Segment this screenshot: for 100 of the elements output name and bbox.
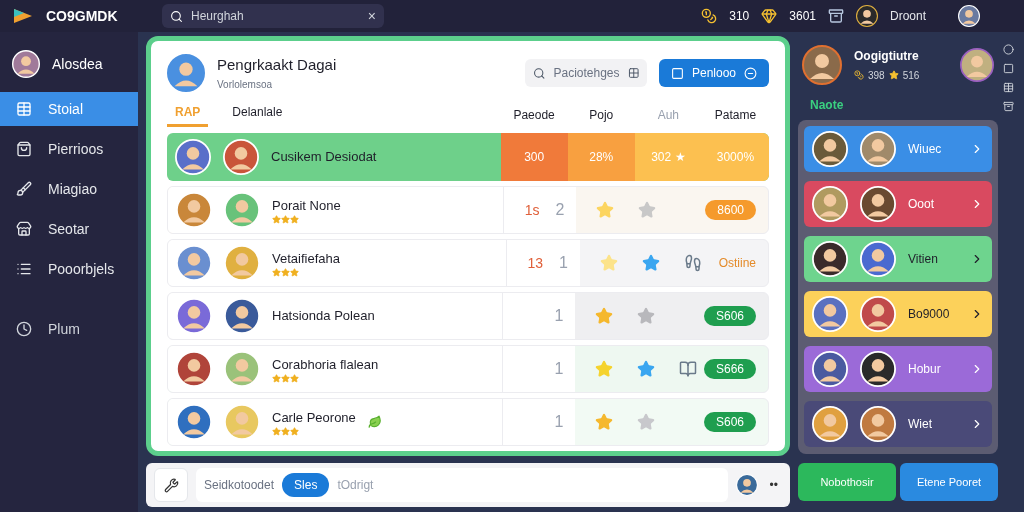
coin-count: 310	[729, 8, 750, 24]
list-item[interactable]: Bo9000	[804, 291, 992, 337]
star-icon	[888, 70, 899, 80]
player-name: Hatsionda Polean	[272, 307, 375, 326]
brush-icon	[16, 181, 32, 197]
avatar-icon	[176, 404, 212, 440]
table-cell: 302 ★	[634, 133, 702, 181]
circle-icon[interactable]	[1002, 44, 1014, 55]
avatar-icon	[224, 192, 260, 228]
table-cell: 28%	[567, 133, 635, 181]
avatar-icon	[812, 351, 848, 387]
table-cell-text: 13	[527, 254, 544, 273]
column-header: Auh	[656, 107, 680, 124]
table-cell-text: 1	[554, 412, 564, 432]
list-icon	[16, 261, 32, 277]
player-name: Porait None	[272, 196, 341, 215]
chest-icon[interactable]	[828, 8, 844, 24]
avatar-icon	[812, 241, 848, 277]
gem-icon	[761, 8, 778, 24]
action-button[interactable]: Etene Pooret	[900, 463, 998, 501]
square-icon[interactable]	[1002, 63, 1014, 74]
status-badge: S606	[703, 306, 756, 326]
message-field[interactable]: Seidkotoodet Sles tOdrigt	[196, 468, 728, 502]
list-item[interactable]: Hobur	[804, 346, 992, 392]
table-cell-text: 1	[554, 306, 564, 326]
avatar-icon	[12, 50, 40, 78]
highlighted-row[interactable]: Cusikem Desiodat 300 28% 302 ★ 3000%	[167, 133, 769, 181]
clock-icon	[16, 321, 32, 337]
user-name: Droont	[890, 8, 928, 24]
player-row[interactable]: Corabhoria flalean 1 S666	[167, 345, 769, 393]
list-item[interactable]: Wiet	[804, 401, 992, 447]
card-title: Pengrkaakt Dagai	[217, 55, 338, 76]
avatar-icon	[224, 245, 260, 281]
avatar-icon	[812, 296, 848, 332]
player-row[interactable]: Porait None 1s 2 8600	[167, 186, 769, 234]
search-icon	[170, 9, 183, 23]
tool-button[interactable]	[154, 468, 188, 502]
list-item[interactable]: Ooot	[804, 181, 992, 227]
avatar-icon	[167, 54, 205, 92]
star-icon	[281, 427, 290, 437]
avatar-icon	[223, 139, 259, 175]
status-badge: S606	[703, 412, 756, 432]
avatar-icon	[812, 406, 848, 442]
avatar-icon	[176, 298, 212, 334]
primary-button[interactable]: Penlooo	[659, 59, 769, 87]
circle-icon	[744, 66, 757, 80]
star-icon	[290, 427, 299, 437]
star-icon	[290, 215, 299, 225]
app-title: CO9GMDK	[46, 7, 119, 26]
book-icon	[679, 360, 698, 378]
avatar-icon	[176, 192, 212, 228]
more-button[interactable]: ••	[765, 477, 782, 493]
avatar-icon	[176, 245, 212, 281]
player-row[interactable]: Hatsionda Polean 1 S606	[167, 292, 769, 340]
player-row[interactable]: Vetaifiefaha 13 1 Ostiine	[167, 239, 769, 287]
leaf-icon	[367, 415, 382, 429]
coin-count: 398	[868, 68, 885, 83]
sidebar-item[interactable]: Plum	[0, 312, 138, 346]
avatar-icon	[860, 241, 896, 277]
player-name: Oogigtiutre	[854, 47, 920, 64]
tab[interactable]: Delanlale	[224, 104, 291, 127]
table-cell-text: 1	[559, 253, 568, 273]
sidebar-item[interactable]: Pierrioos	[0, 132, 138, 166]
star-icon	[272, 268, 281, 278]
player-name: Cusikem Desiodat	[271, 148, 377, 167]
avatar-icon	[812, 131, 848, 167]
square-icon	[671, 66, 684, 80]
avatar-icon	[960, 48, 994, 82]
grid-icon[interactable]	[627, 67, 639, 79]
column-header: Pojo	[588, 107, 615, 124]
avatar-icon	[860, 296, 896, 332]
sidebar-item[interactable]: Pooorbjels	[0, 252, 138, 286]
player-row[interactable]: Carle Peorone 1 S606	[167, 398, 769, 446]
search-field[interactable]: Heurghah ×	[162, 4, 384, 28]
avatar-icon	[802, 45, 842, 85]
player-name: Vetaifiefaha	[272, 249, 340, 268]
avatar-icon	[224, 404, 260, 440]
table-cell-text: 2	[555, 200, 565, 220]
avatar-icon	[856, 5, 878, 27]
sidebar-item[interactable]: Miagiao	[0, 172, 138, 206]
clear-button[interactable]: ×	[367, 6, 376, 26]
table-icon[interactable]	[1002, 82, 1014, 93]
player-name: Carle Peorone	[272, 408, 356, 427]
status-badge: S666	[703, 359, 756, 379]
list-item[interactable]: Vitien	[804, 236, 992, 282]
avatar-icon	[860, 351, 896, 387]
status-text: Ostiine	[718, 255, 756, 271]
search-field[interactable]: Paciotehges	[525, 59, 647, 87]
box-icon[interactable]	[1002, 101, 1014, 112]
star-icon	[281, 268, 290, 278]
status-badge: 8600	[705, 200, 756, 220]
sidebar-item[interactable]: Seotar	[0, 212, 138, 246]
chip[interactable]: Sles	[282, 473, 330, 497]
star-icon	[281, 215, 290, 225]
star-icon	[272, 374, 281, 384]
table-cell-text: 1s	[524, 201, 540, 220]
star-count: 516	[902, 68, 920, 83]
star-icon	[290, 268, 299, 278]
avatar-icon	[224, 351, 260, 387]
avatar-icon	[812, 186, 848, 222]
